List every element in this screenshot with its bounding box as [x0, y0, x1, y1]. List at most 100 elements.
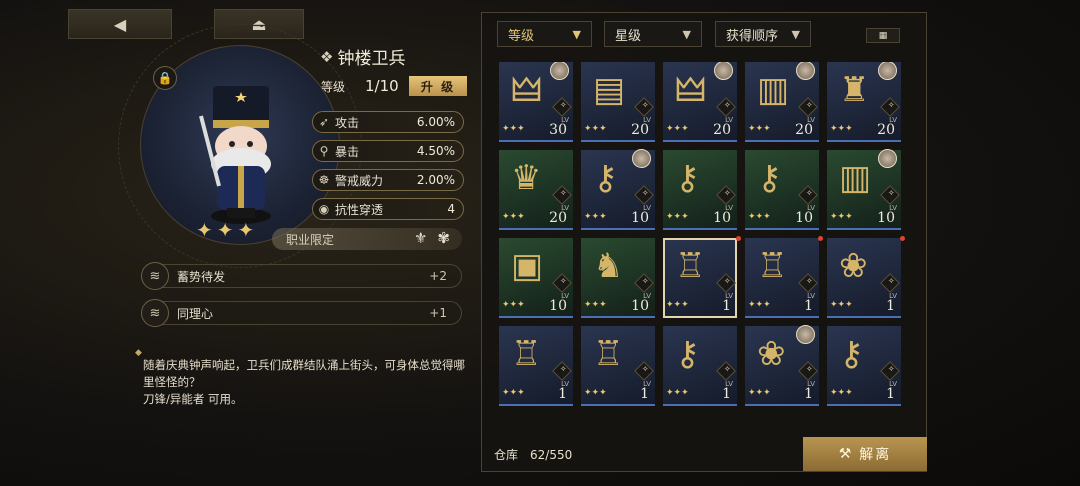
stat-name: 抗性穿透 [335, 202, 384, 217]
inventory-item[interactable]: ⚷ ✦✦✦ ✧ LV 1 [827, 326, 901, 406]
skill-value: +2 [429, 269, 447, 283]
book-icon: ▥ [839, 158, 872, 198]
grid-view-button[interactable]: ▦ [866, 28, 900, 43]
inventory-item[interactable]: ▣ ✦✦✦ ✧ LV 10 [499, 238, 573, 318]
class-badge-icon: ✧ [552, 97, 572, 117]
new-dot [900, 236, 905, 241]
inventory-item[interactable]: ♖ ✦✦✦ ✧ LV 1 [663, 236, 741, 318]
stat-attack: ➶ 攻击 6.00% [312, 111, 464, 133]
inventory-item[interactable]: ⚷ ✦✦✦ ✧ LV 1 [663, 326, 737, 406]
star-rating: ✦✦✦ [666, 124, 689, 134]
skill-row[interactable]: ≋ 蓄势待发 +2 [141, 262, 462, 290]
class-badge-icon: ✧ [798, 273, 818, 293]
item-name: 钟楼卫兵 [337, 49, 406, 69]
lock-icon[interactable]: 🔒 [153, 66, 177, 90]
dismantle-icon: ⚒ [838, 446, 854, 462]
star-rating: ✦✦✦ [196, 218, 259, 242]
inventory-item[interactable]: 🜲 ✦✦✦ ✧ LV 20 [663, 62, 737, 142]
inventory-item[interactable]: 🜲 ✦✦✦ ✧ LV 30 [499, 62, 573, 142]
inventory-item[interactable]: ♞ ✦✦✦ ✧ LV 10 [581, 238, 655, 318]
stat-value: 2.00% [416, 173, 455, 187]
inventory-item[interactable]: ▥ ✦✦✦ ✧ LV 10 [827, 149, 901, 230]
filter-level[interactable]: 等级 ▼ [497, 21, 592, 47]
item-level: 20 [549, 210, 567, 226]
back-button[interactable]: ◀ [68, 9, 172, 39]
star-rating: ✦✦✦ [666, 300, 689, 310]
storage-footer: 仓库 62/550 [482, 438, 804, 471]
storage-label: 仓库 [494, 448, 519, 462]
key-icon: ⚷ [675, 158, 700, 198]
skill-value: +1 [429, 306, 447, 320]
item-level: 20 [631, 122, 649, 138]
upgrade-button[interactable]: 升 级 [409, 76, 467, 96]
inventory-item[interactable]: ▥ ✦✦✦ ✧ LV 20 [745, 62, 819, 142]
item-level: 10 [631, 298, 649, 314]
class-badge-icon: ✧ [798, 185, 818, 205]
wolf-icon: ♞ [593, 246, 624, 286]
class-badge-icon: ✧ [634, 185, 654, 205]
inventory-item[interactable]: ♖ ✦✦✦ ✧ LV 1 [581, 326, 655, 406]
star-rating: ✦✦✦ [584, 212, 607, 222]
item-level: 10 [713, 210, 731, 226]
equipped-avatar [796, 62, 815, 80]
back-arrow-icon: ◀ [113, 14, 127, 34]
inventory-item[interactable]: ▤ ✦✦✦ ✧ LV 20 [581, 62, 655, 142]
item-level: 20 [877, 122, 895, 138]
inventory-item[interactable]: ⚷ ✦✦✦ ✧ LV 10 [745, 150, 819, 230]
inventory-item[interactable]: ♛ ✦✦✦ ✧ LV 20 [499, 150, 573, 230]
star-rating: ✦✦✦ [748, 388, 771, 398]
equipped-avatar [714, 62, 733, 80]
star-rating: ✦✦✦ [830, 124, 853, 134]
star-rating: ✦✦✦ [666, 212, 689, 222]
key-icon: ⚷ [839, 334, 864, 374]
psychic-class-icon: ✾ [437, 229, 450, 247]
skill-icon: ≋ [141, 299, 169, 327]
nutcracker-icon: ♖ [675, 246, 706, 286]
class-badge-icon: ✧ [552, 185, 572, 205]
skill-row[interactable]: ≋ 同理心 +1 [141, 299, 462, 327]
inventory-item[interactable]: ♖ ✦✦✦ ✧ LV 1 [499, 326, 573, 406]
inventory-item[interactable]: ♜ ✦✦✦ ✧ LV 20 [827, 62, 901, 142]
storage-value: 62/550 [530, 447, 573, 462]
item-title-row: ❖ 钟楼卫兵 [320, 44, 406, 70]
class-badge-icon: ✧ [634, 97, 654, 117]
stat-name: 攻击 [335, 115, 360, 130]
key-icon: ⚷ [675, 334, 700, 374]
key-icon: ⚷ [593, 158, 618, 198]
inventory-item[interactable]: ♖ ✦✦✦ ✧ LV 1 [745, 236, 823, 318]
filter-stars[interactable]: 星级 ▼ [604, 21, 702, 47]
nutcracker-icon: ♖ [511, 334, 542, 374]
diamond-icon: ◆ [135, 348, 142, 358]
bust-icon: ♜ [839, 70, 870, 110]
level-value: 1/10 [365, 77, 399, 95]
dropdown-arrow-icon: ▼ [682, 27, 691, 41]
star-rating: ✦✦✦ [748, 300, 771, 310]
pierce-icon: ◉ [318, 202, 330, 216]
card-icon: ▤ [593, 70, 626, 110]
book-icon: ▥ [757, 70, 790, 110]
filter-acquired[interactable]: 获得顺序 ▼ [715, 21, 811, 47]
inventory-item[interactable]: ❀ ✦✦✦ ✧ LV 1 [745, 325, 819, 406]
item-level: 1 [558, 386, 567, 402]
stat-value: 4 [447, 202, 455, 216]
item-level: 1 [804, 386, 813, 402]
star-rating: ✦✦✦ [502, 300, 525, 310]
class-badge-icon: ✧ [880, 361, 900, 381]
keys-icon: ⚷ [757, 158, 782, 198]
class-badge-icon: ✧ [634, 273, 654, 293]
job-label: 职业限定 [286, 232, 335, 247]
stat-name: 暴击 [335, 144, 360, 159]
inventory-item[interactable]: ❀ ✦✦✦ ✧ LV 1 [827, 236, 905, 318]
inventory-item[interactable]: ⚷ ✦✦✦ ✧ LV 10 [663, 150, 737, 230]
class-badge-icon: ✧ [552, 273, 572, 293]
equipped-avatar [632, 149, 651, 168]
star-rating: ✦✦✦ [748, 124, 771, 134]
winged-helm-icon: 🜲 [511, 70, 542, 110]
class-badge-icon: ✧ [716, 97, 736, 117]
class-badge-icon: ✧ [716, 361, 736, 381]
class-badge-icon: ✧ [880, 97, 900, 117]
class-badge-icon: ✧ [798, 97, 818, 117]
inventory-item[interactable]: ⚷ ✦✦✦ ✧ LV 10 [581, 149, 655, 230]
item-description: ◆ 随着庆典钟声响起，卫兵们成群结队涌上街头，可身体总觉得哪里怪怪的？ 刀锋/异… [135, 348, 473, 408]
dismantle-button[interactable]: ⚒ 解离 [803, 437, 927, 471]
